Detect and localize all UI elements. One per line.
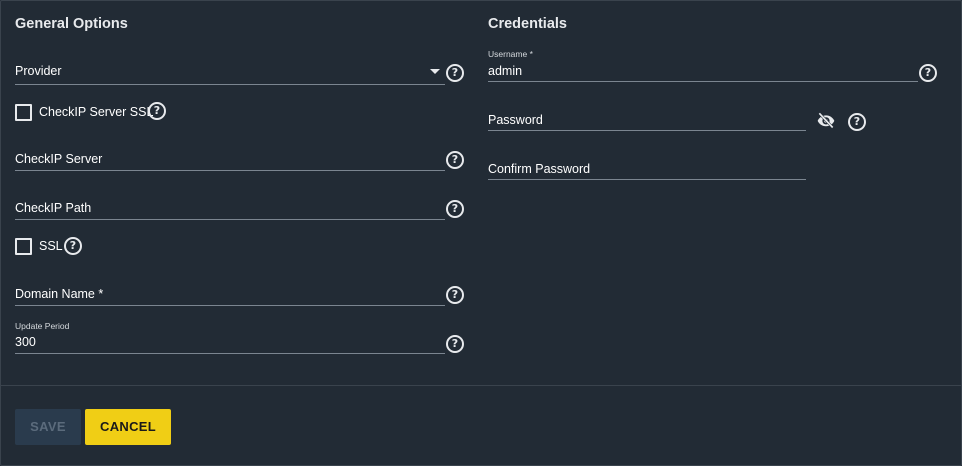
provider-label: Provider [15,64,62,78]
checkip-path-help-icon[interactable]: ? [446,200,464,218]
username-value: admin [488,64,523,78]
checkip-path-label: CheckIP Path [15,201,92,215]
password-label: Password [488,113,543,127]
username-help-icon[interactable]: ? [919,64,937,82]
general-options-title: General Options [15,16,128,32]
ssl-checkbox[interactable] [15,238,32,255]
checkip-ssl-checkbox[interactable] [15,104,32,121]
cancel-button[interactable]: CANCEL [85,409,171,445]
username-label: Username * [488,49,533,59]
checkip-server-help-icon[interactable]: ? [446,151,464,169]
domain-name-help-icon[interactable]: ? [446,286,464,304]
confirm-password-label: Confirm Password [488,162,591,176]
password-input[interactable]: Password [488,110,806,131]
save-button[interactable]: SAVE [15,409,81,445]
credentials-title: Credentials [488,16,567,32]
update-period-input[interactable]: Update Period 300 [15,319,445,354]
update-period-value: 300 [15,335,36,349]
domain-name-label: Domain Name * [15,287,104,301]
caret-down-icon[interactable] [430,69,440,74]
checkip-path-input[interactable]: CheckIP Path [15,198,445,220]
checkip-ssl-help-icon[interactable]: ? [148,102,166,120]
actions-divider [1,385,961,386]
checkip-server-label: CheckIP Server [15,152,103,166]
ssl-label: SSL [39,239,63,253]
domain-name-input[interactable]: Domain Name * [15,284,445,306]
eye-off-icon[interactable] [815,110,837,130]
username-input[interactable]: Username * admin [488,47,918,82]
password-help-icon[interactable]: ? [848,113,866,131]
checkip-ssl-label: CheckIP Server SSL [39,105,154,119]
confirm-password-input[interactable]: Confirm Password [488,159,806,180]
checkip-server-input[interactable]: CheckIP Server [15,149,445,171]
provider-help-icon[interactable]: ? [446,64,464,82]
provider-select[interactable]: Provider [15,62,445,85]
ssl-help-icon[interactable]: ? [64,237,82,255]
update-period-label: Update Period [15,321,70,331]
update-period-help-icon[interactable]: ? [446,335,464,353]
